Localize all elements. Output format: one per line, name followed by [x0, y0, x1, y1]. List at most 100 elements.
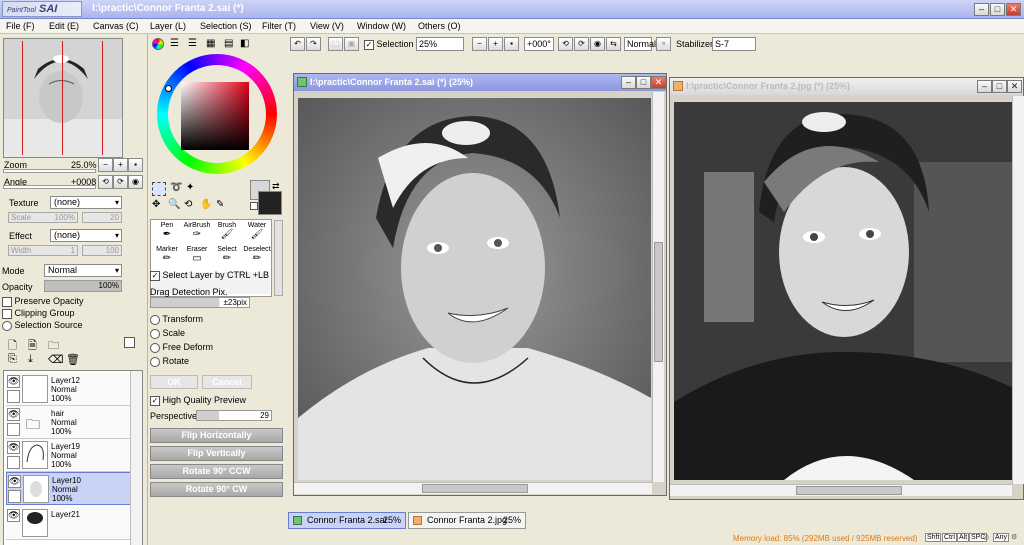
- menu-filter[interactable]: Filter (T): [262, 21, 296, 31]
- canvas-vertical-scrollbar[interactable]: [652, 92, 664, 482]
- nav-rotate-right-button[interactable]: ⟳: [113, 175, 128, 189]
- tool-airbrush[interactable]: AirBrush ✑: [182, 221, 212, 245]
- perspective-slider[interactable]: 29: [196, 410, 272, 421]
- reset-colors-icon[interactable]: [250, 202, 258, 210]
- angle-select[interactable]: +000°: [524, 37, 554, 51]
- doc-close-button[interactable]: ✕: [1007, 80, 1022, 93]
- menu-file[interactable]: File (F): [6, 21, 35, 31]
- delete-layer-icon[interactable]: 🗑: [66, 353, 80, 366]
- zoom-select[interactable]: 25%: [416, 37, 464, 51]
- doc-maximize-button[interactable]: □: [636, 76, 651, 89]
- zoom-out-button[interactable]: −: [472, 37, 487, 51]
- brush-lock-icon[interactable]: [8, 490, 21, 503]
- layer-item-selected[interactable]: 👁 Layer10 Normal 100%: [6, 472, 132, 505]
- zoom-in-button[interactable]: +: [488, 37, 503, 51]
- visibility-eye-icon[interactable]: 👁: [8, 475, 21, 488]
- doc-minimize-button[interactable]: –: [621, 76, 636, 89]
- effect-width-slider[interactable]: Width 1: [8, 245, 78, 256]
- hue-marker[interactable]: [165, 85, 172, 92]
- vertical-scroll-thumb[interactable]: [654, 242, 663, 362]
- zoom-reset-button[interactable]: ▪: [504, 37, 519, 51]
- preserve-opacity-checkbox[interactable]: [2, 296, 12, 307]
- tool-grid-scrollbar[interactable]: [274, 220, 283, 296]
- select-layer-checkbox[interactable]: ✓: [150, 270, 160, 281]
- undo-button[interactable]: ↶: [290, 37, 305, 51]
- nav-zoom-out-button[interactable]: −: [98, 158, 113, 172]
- effect-select[interactable]: (none): [50, 229, 122, 242]
- nav-zoom-reset-button[interactable]: ▪: [128, 158, 143, 172]
- lasso-icon[interactable]: ➰: [170, 182, 182, 193]
- nav-zoom-in-button[interactable]: +: [113, 158, 128, 172]
- menu-others[interactable]: Others (O): [418, 21, 461, 31]
- swatch-icon[interactable]: ▦: [206, 38, 215, 49]
- menu-layer[interactable]: Layer (L): [150, 21, 186, 31]
- magic-wand-icon[interactable]: ✦: [186, 182, 194, 193]
- doc-minimize-button[interactable]: –: [977, 80, 992, 93]
- horizontal-scroll-thumb[interactable]: [422, 484, 528, 493]
- effect-width-max[interactable]: 100: [82, 245, 122, 256]
- rotate-cw-button[interactable]: Rotate 90° CW: [150, 482, 283, 497]
- zoom-slider[interactable]: [3, 169, 96, 173]
- visibility-eye-icon[interactable]: 👁: [7, 408, 20, 421]
- visibility-eye-icon[interactable]: 👁: [7, 375, 20, 388]
- tool-pen[interactable]: Pen ✒: [152, 221, 182, 245]
- reference-vertical-scrollbar[interactable]: [1012, 96, 1024, 484]
- tab-jpg-document[interactable]: Connor Franta 2.jpg 25%: [408, 512, 526, 529]
- free-deform-radio[interactable]: [150, 342, 160, 353]
- flip-horizontally-button[interactable]: Flip Horizontally: [150, 428, 283, 443]
- scale-option[interactable]: Scale: [150, 328, 185, 339]
- hq-preview-option[interactable]: ✓ High Quality Preview: [150, 395, 246, 406]
- angle-slider[interactable]: [3, 185, 96, 189]
- reference-image-area[interactable]: [674, 102, 1021, 480]
- minimize-button[interactable]: –: [974, 3, 989, 16]
- clipping-group-checkbox[interactable]: [2, 308, 12, 319]
- swap-colors-icon[interactable]: ⇄: [272, 181, 280, 192]
- stabilizer-select[interactable]: S-7: [712, 37, 756, 51]
- flip-button[interactable]: ⇆: [606, 37, 621, 51]
- nav-rotate-left-button[interactable]: ⟲: [98, 175, 113, 189]
- rotate-radio[interactable]: [150, 356, 160, 367]
- color-picker-extra-icon[interactable]: ◧: [240, 38, 249, 49]
- settings-gear-icon[interactable]: ⚙: [1011, 533, 1017, 541]
- visibility-eye-icon[interactable]: 👁: [7, 509, 20, 522]
- rotate-option[interactable]: Rotate: [150, 356, 189, 367]
- free-deform-option[interactable]: Free Deform: [150, 342, 213, 353]
- rgb-slider-icon[interactable]: ☰: [170, 38, 179, 49]
- primary-color-swatch[interactable]: [258, 191, 282, 215]
- scale-radio[interactable]: [150, 328, 160, 339]
- zoom-icon[interactable]: 🔍: [168, 199, 180, 210]
- redo-button[interactable]: ↷: [306, 37, 321, 51]
- transform-radio[interactable]: [150, 314, 160, 325]
- canvas-area[interactable]: [298, 98, 651, 480]
- tool-select[interactable]: Select ✏: [212, 245, 242, 269]
- tool-brush[interactable]: Brush 🖌: [212, 221, 242, 245]
- tool-deselect[interactable]: Deselect ✏: [242, 245, 272, 269]
- selection-source-option[interactable]: Selection Source: [2, 320, 83, 331]
- doc-close-button[interactable]: ✕: [651, 76, 666, 89]
- rotate-reset-button[interactable]: ◉: [590, 37, 605, 51]
- doc-maximize-button[interactable]: □: [992, 80, 1007, 93]
- blend-mode-select[interactable]: Normal: [624, 37, 656, 51]
- ok-button[interactable]: OK: [150, 375, 198, 389]
- tool-marker[interactable]: Marker ✏: [152, 245, 182, 269]
- canvas-horizontal-scrollbar[interactable]: [294, 482, 652, 494]
- rotate-right-button[interactable]: ⟳: [574, 37, 589, 51]
- horizontal-scroll-thumb[interactable]: [796, 486, 902, 495]
- layer-item[interactable]: 👁 Layer21: [6, 507, 132, 540]
- layer-item[interactable]: 👁 Layer19 Normal 100%: [6, 439, 132, 472]
- reference-horizontal-scrollbar[interactable]: [670, 484, 1012, 496]
- eyedropper-icon[interactable]: ✎: [216, 199, 224, 210]
- clipping-group-option[interactable]: Clipping Group: [2, 308, 75, 319]
- selection-toggle[interactable]: ✓ Selection: [364, 39, 414, 50]
- layer-item[interactable]: 👁 Layer12 Normal 100%: [6, 373, 132, 406]
- invert-selection-button[interactable]: ▣: [344, 37, 359, 51]
- flip-vertically-button[interactable]: Flip Vertically: [150, 446, 283, 461]
- rotate-icon[interactable]: ⟲: [184, 199, 192, 210]
- move-icon[interactable]: ✥: [152, 199, 160, 210]
- nav-rotate-reset-button[interactable]: ◉: [128, 175, 143, 189]
- tab-sai-document[interactable]: Connor Franta 2.sai 25%: [288, 512, 406, 529]
- merge-down-icon[interactable]: ⤓: [28, 353, 33, 366]
- hq-preview-checkbox[interactable]: ✓: [150, 395, 160, 406]
- select-layer-option[interactable]: ✓ Select Layer by CTRL +LB: [150, 270, 269, 281]
- layer-mode-select[interactable]: Normal: [44, 264, 122, 277]
